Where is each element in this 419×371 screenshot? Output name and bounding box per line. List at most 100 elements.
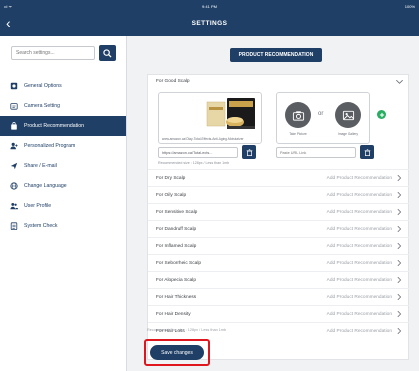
- send-icon: [10, 162, 18, 170]
- chevron-right-icon: [397, 174, 402, 182]
- camera-icon: [10, 103, 18, 110]
- or-separator: or: [318, 111, 324, 117]
- add-recommendation-link[interactable]: Add Product Recommendation: [327, 227, 392, 232]
- globe-icon: [10, 182, 18, 190]
- chevron-right-icon: [397, 191, 402, 199]
- paste-url-input[interactable]: [276, 147, 356, 158]
- settings-menu: General Options Camera Setting Product R…: [0, 76, 126, 236]
- list-item[interactable]: For Dry Scalp Add Product Recommendation: [148, 169, 410, 186]
- delete-paste-url-button[interactable]: [360, 145, 374, 159]
- sidebar-item-label: System Check: [24, 223, 58, 229]
- sidebar-item-label: Camera Setting: [24, 103, 61, 109]
- checklist-icon: [10, 222, 18, 230]
- chevron-right-icon: [397, 327, 402, 335]
- user-plus-icon: [10, 142, 18, 150]
- scalp-type-label: For Sensitive Scalp: [156, 210, 198, 215]
- search-input[interactable]: [11, 46, 95, 60]
- chevron-right-icon: [397, 225, 402, 233]
- save-highlight: Save changes: [144, 339, 210, 366]
- scalp-type-list: For Dry Scalp Add Product Recommendation…: [148, 169, 410, 339]
- recommendation-card: For Good Scalp www.amazon.ca/Olay-Total-…: [147, 74, 410, 360]
- take-picture-button[interactable]: [285, 102, 311, 128]
- take-picture-label: Take Picture: [289, 132, 307, 136]
- sidebar-item-user-profile[interactable]: User Profile: [0, 196, 126, 216]
- search-button[interactable]: [99, 45, 116, 61]
- list-item[interactable]: For Inflamed Scalp Add Product Recommend…: [148, 237, 410, 254]
- chevron-right-icon: [397, 259, 402, 267]
- scalp-type-label: For Inflamed Scalp: [156, 244, 197, 249]
- chevron-right-icon: [397, 276, 402, 284]
- clock: 9:41 PM: [202, 4, 217, 9]
- add-recommendation-link[interactable]: Add Product Recommendation: [327, 278, 392, 283]
- main-content: PRODUCT RECOMMENDATION For Good Scalp ww…: [128, 36, 419, 371]
- chevron-right-icon: [397, 208, 402, 216]
- plus-icon: [379, 112, 384, 117]
- list-item[interactable]: For Hair Density Add Product Recommendat…: [148, 305, 410, 322]
- sidebar-item-label: Share / E-mail: [24, 163, 57, 169]
- add-recommendation-link[interactable]: Add Product Recommendation: [327, 329, 392, 334]
- list-item[interactable]: For Oily Scalp Add Product Recommendatio…: [148, 186, 410, 203]
- sidebar-item-label: General Options: [24, 83, 62, 89]
- sidebar-item-camera-setting[interactable]: Camera Setting: [0, 96, 126, 116]
- chevron-right-icon: [397, 310, 402, 318]
- list-item[interactable]: For Sensitive Scalp Add Product Recommen…: [148, 203, 410, 220]
- add-recommendation-link[interactable]: Add Product Recommendation: [327, 261, 392, 266]
- scalp-type-label: For Hair Thickness: [156, 295, 197, 300]
- sidebar-item-label: User Profile: [24, 203, 52, 209]
- scalp-type-label: For Oily Scalp: [156, 193, 187, 198]
- recommendation-size-note: Recommendation size : 128px / Less than …: [147, 328, 227, 332]
- sidebar-item-system-check[interactable]: System Check: [0, 216, 126, 236]
- page-title: SETTINGS: [191, 20, 228, 27]
- scalp-type-label: For Dandruff Scalp: [156, 227, 197, 232]
- trash-icon: [364, 148, 370, 156]
- sidebar-item-general-options[interactable]: General Options: [0, 76, 126, 96]
- add-recommendation-link[interactable]: Add Product Recommendation: [327, 176, 392, 181]
- settings-sidebar: General Options Camera Setting Product R…: [0, 36, 127, 371]
- list-item[interactable]: For Alopecia Scalp Add Product Recommend…: [148, 271, 410, 288]
- list-item[interactable]: For Seborrheic Scalp Add Product Recomme…: [148, 254, 410, 271]
- list-item[interactable]: For Dandruff Scalp Add Product Recommend…: [148, 220, 410, 237]
- trash-icon: [246, 148, 252, 156]
- save-changes-button[interactable]: Save changes: [150, 345, 204, 360]
- nav-header: ‹ SETTINGS: [0, 12, 419, 36]
- camera-icon: [292, 110, 304, 121]
- image-gallery-label: Image Gallery: [338, 132, 358, 136]
- good-scalp-label: For Good Scalp: [156, 79, 190, 84]
- list-item[interactable]: For Hair Thickness Add Product Recommend…: [148, 288, 410, 305]
- gear-icon: [10, 82, 18, 90]
- good-scalp-header[interactable]: For Good Scalp: [148, 75, 410, 89]
- recommended-size-note: Recommended size : 128px / Less than 1mb: [158, 161, 230, 165]
- sidebar-item-personalized-program[interactable]: Personalized Program: [0, 136, 126, 156]
- sidebar-item-change-language[interactable]: Change Language: [0, 176, 126, 196]
- image-gallery-button[interactable]: [335, 102, 361, 128]
- scalp-type-label: For Alopecia Scalp: [156, 278, 196, 283]
- product-url-caption: www.amazon.ca/Olay-Total-Effects-Anti-Ag…: [162, 137, 244, 141]
- add-recommendation-link[interactable]: Add Product Recommendation: [327, 193, 392, 198]
- add-product-button[interactable]: [377, 110, 386, 119]
- product-image: [206, 98, 255, 129]
- search-icon: [103, 48, 112, 58]
- image-icon: [342, 110, 354, 120]
- sidebar-item-label: Change Language: [24, 183, 67, 189]
- battery-indicator: 100%: [404, 4, 415, 9]
- users-icon: [10, 202, 18, 210]
- sidebar-item-product-recommendation[interactable]: Product Recommendation: [0, 116, 126, 136]
- chevron-right-icon: [397, 242, 402, 250]
- add-recommendation-link[interactable]: Add Product Recommendation: [327, 312, 392, 317]
- delete-url-button[interactable]: [242, 145, 256, 159]
- scalp-type-label: For Hair Density: [156, 312, 191, 317]
- product-recommendation-button[interactable]: PRODUCT RECOMMENDATION: [230, 48, 322, 62]
- add-recommendation-link[interactable]: Add Product Recommendation: [327, 244, 392, 249]
- sidebar-item-label: Personalized Program: [24, 143, 76, 149]
- product-url-field[interactable]: https://amazon.ca/Total-ects...: [158, 147, 238, 158]
- product-preview: www.amazon.ca/Olay-Total-Effects-Anti-Ag…: [158, 92, 262, 144]
- add-recommendation-link[interactable]: Add Product Recommendation: [327, 210, 392, 215]
- sidebar-item-share-email[interactable]: Share / E-mail: [0, 156, 126, 176]
- chevron-right-icon: [397, 293, 402, 301]
- add-recommendation-link[interactable]: Add Product Recommendation: [327, 295, 392, 300]
- status-bar: •ıl ᯤ 9:41 PM 100%: [0, 0, 419, 12]
- chevron-down-icon[interactable]: [395, 77, 404, 86]
- sidebar-item-label: Product Recommendation: [24, 123, 84, 129]
- scalp-type-label: For Seborrheic Scalp: [156, 261, 202, 266]
- scalp-type-label: For Dry Scalp: [156, 176, 186, 181]
